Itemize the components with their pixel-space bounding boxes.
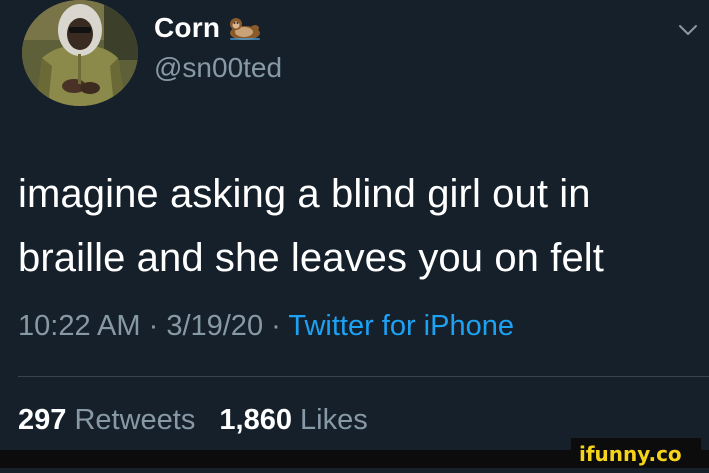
tweet-meta: 10:22 AM · 3/19/20 · Twitter for iPhone xyxy=(18,310,514,343)
tweet-stats: 297 Retweets 1,860 Likes xyxy=(18,404,384,437)
tweet-text-line: braille and she leaves you on felt xyxy=(18,236,604,280)
chevron-down-icon[interactable] xyxy=(678,23,698,35)
display-name-text: Corn xyxy=(154,12,221,43)
tweet-time[interactable]: 10:22 AM xyxy=(18,310,141,342)
display-name[interactable]: Corn xyxy=(154,12,262,44)
likes-label: Likes xyxy=(300,404,368,436)
likes-stat[interactable]: 1,860 Likes xyxy=(219,404,383,436)
tweet-body: imagine asking a blind girl out in brail… xyxy=(18,162,698,290)
tweet-source-link[interactable]: Twitter for iPhone xyxy=(288,310,514,342)
user-handle[interactable]: @sn00ted xyxy=(154,52,282,84)
meta-separator: · xyxy=(140,310,167,342)
retweets-label: Retweets xyxy=(74,404,196,436)
tweet-text-line: imagine asking a blind girl out in xyxy=(18,172,591,216)
retweets-stat[interactable]: 297 Retweets xyxy=(18,404,219,436)
tweet-date[interactable]: 3/19/20 xyxy=(166,310,263,342)
avatar[interactable] xyxy=(22,0,138,106)
divider xyxy=(18,376,709,377)
meta-separator: · xyxy=(263,310,289,342)
likes-count: 1,860 xyxy=(219,404,292,436)
watermark-text: ifunny.co xyxy=(579,442,682,466)
tweet-card: Corn @sn00ted imagine asking a blind gir… xyxy=(0,0,709,468)
retweets-count: 297 xyxy=(18,404,67,436)
ifunny-logo: ifunny.co xyxy=(571,438,701,468)
otter-icon xyxy=(228,15,262,43)
